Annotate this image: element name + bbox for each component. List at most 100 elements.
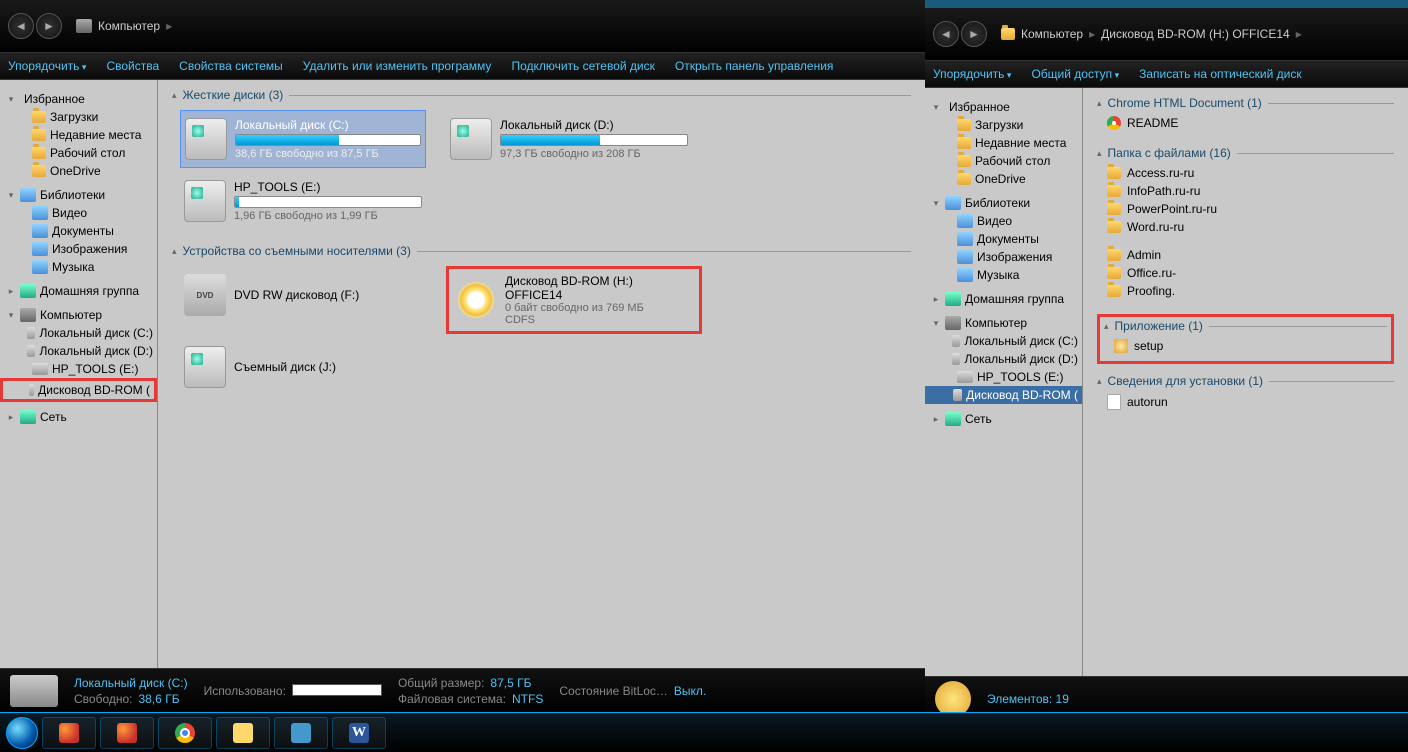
- back-button[interactable]: ◄: [8, 13, 34, 39]
- taskbar-firefox[interactable]: [42, 717, 96, 749]
- drive-item[interactable]: Локальный диск (C:)38,6 ГБ свободно из 8…: [180, 110, 426, 168]
- forward-button[interactable]: ►: [961, 21, 987, 47]
- sidebar-item[interactable]: Музыка: [0, 258, 157, 276]
- sidebar-item[interactable]: Видео: [0, 204, 157, 222]
- sidebar-item[interactable]: Дисковод BD-ROM (: [925, 386, 1082, 404]
- explorer-window-bdrom: ◄ ► Компьютер▸ Дисковод BD-ROM (H:) OFFI…: [925, 8, 1408, 720]
- sidebar-item[interactable]: Локальный диск (D:): [0, 342, 157, 360]
- taskbar-firefox-2[interactable]: [100, 717, 154, 749]
- sidebar-item[interactable]: Недавние места: [0, 126, 157, 144]
- group-header-hdd[interactable]: ▴Жесткие диски (3): [172, 88, 911, 102]
- sidebar-item[interactable]: ▾Избранное: [0, 90, 157, 108]
- drive-item[interactable]: Локальный диск (D:)97,3 ГБ свободно из 2…: [446, 110, 692, 168]
- folder-icon small-icon: [957, 155, 971, 167]
- drive-item[interactable]: DVDDVD RW дисковод (F:): [180, 266, 426, 324]
- group-header[interactable]: ▴Chrome HTML Document (1): [1097, 96, 1394, 110]
- start-button[interactable]: [6, 717, 38, 749]
- file-item[interactable]: README: [1107, 114, 1317, 132]
- sidebar-item[interactable]: Документы: [0, 222, 157, 240]
- taskbar-explorer[interactable]: [216, 717, 270, 749]
- breadcrumb[interactable]: Компьютер▸ Дисковод BD-ROM (H:) OFFICE14…: [1001, 27, 1302, 41]
- sidebar-item[interactable]: Музыка: [925, 266, 1082, 284]
- toolbar-item[interactable]: Общий доступ: [1031, 67, 1119, 81]
- group-header-removable[interactable]: ▴Устройства со съемными носителями (3): [172, 244, 911, 258]
- file-item[interactable]: Proofing.: [1107, 282, 1317, 300]
- sidebar-item[interactable]: ▾Библиотеки: [925, 194, 1082, 212]
- comp-ic-icon: [20, 308, 36, 322]
- lib-ic-icon: [32, 224, 48, 238]
- file-item[interactable]: setup: [1114, 337, 1324, 355]
- drv-ic-icon: [27, 327, 35, 339]
- toolbar-item[interactable]: Открыть панель управления: [675, 59, 834, 73]
- sidebar-item[interactable]: ▾Компьютер: [925, 314, 1082, 332]
- net-ic-icon: [20, 410, 36, 424]
- toolbar-item[interactable]: Свойства системы: [179, 59, 283, 73]
- file-item[interactable]: Word.ru-ru: [1107, 218, 1317, 236]
- sidebar-item[interactable]: Локальный диск (D:): [925, 350, 1082, 368]
- sidebar-item[interactable]: Изображения: [0, 240, 157, 258]
- net-ic-icon: [945, 412, 961, 426]
- toolbar-item[interactable]: Удалить или изменить программу: [303, 59, 492, 73]
- sidebar-item[interactable]: Видео: [925, 212, 1082, 230]
- file-item[interactable]: Office.ru-: [1107, 264, 1317, 282]
- chrome-icon: [175, 723, 195, 743]
- sidebar-item[interactable]: Загрузки: [0, 108, 157, 126]
- sidebar-item[interactable]: ▸Домашняя группа: [0, 282, 157, 300]
- sidebar-item[interactable]: Загрузки: [925, 116, 1082, 134]
- group-header[interactable]: ▴Папка с файлами (16): [1097, 146, 1394, 160]
- lib-ic-icon: [32, 260, 48, 274]
- sidebar-item[interactable]: HP_TOOLS (E:): [925, 368, 1082, 386]
- sidebar-item[interactable]: Рабочий стол: [0, 144, 157, 162]
- computer-icon: [76, 19, 92, 33]
- file-item[interactable]: Access.ru-ru: [1107, 164, 1317, 182]
- sidebar-item[interactable]: OneDrive: [0, 162, 157, 180]
- file-item[interactable]: InfoPath.ru-ru: [1107, 182, 1317, 200]
- sidebar-item[interactable]: ▾Компьютер: [0, 306, 157, 324]
- hdd-icon: [185, 118, 227, 160]
- sidebar-item[interactable]: ▾Библиотеки: [0, 186, 157, 204]
- sidebar-item[interactable]: ▸Сеть: [0, 408, 157, 426]
- sidebar-item[interactable]: Дисковод BD-ROM (: [3, 381, 154, 399]
- toolbar-item[interactable]: Упорядочить: [8, 59, 86, 73]
- group-header[interactable]: ▴Сведения для установки (1): [1097, 374, 1394, 388]
- breadcrumb[interactable]: Компьютер ▸: [76, 19, 172, 33]
- drive-item[interactable]: Съемный диск (J:): [180, 338, 426, 396]
- taskbar-app[interactable]: [274, 717, 328, 749]
- lib-ic-icon: [32, 206, 48, 220]
- sidebar-item[interactable]: Локальный диск (C:): [0, 324, 157, 342]
- drive-item[interactable]: Дисковод BD-ROM (H:) OFFICE140 байт своб…: [451, 271, 697, 329]
- sidebar-item[interactable]: OneDrive: [925, 170, 1082, 188]
- sidebar-item[interactable]: Документы: [925, 230, 1082, 248]
- toolbar: Упорядочить Общий доступ Записать на оптич…: [925, 60, 1408, 88]
- toolbar-item[interactable]: Свойства: [106, 59, 159, 73]
- forward-button[interactable]: ►: [36, 13, 62, 39]
- drive-item[interactable]: HP_TOOLS (E:)1,96 ГБ свободно из 1,99 ГБ: [180, 172, 426, 230]
- sidebar-item[interactable]: Рабочий стол: [925, 152, 1082, 170]
- titlebar: ◄ ► Компьютер ▸: [0, 0, 925, 52]
- lib-ic-icon: [945, 196, 961, 210]
- breadcrumb-item[interactable]: Компьютер: [98, 19, 160, 33]
- folder-icon small-icon: [957, 119, 971, 131]
- toolbar-item[interactable]: Записать на оптический диск: [1139, 67, 1302, 81]
- file-item[interactable]: Admin: [1107, 246, 1317, 264]
- toolbar-item[interactable]: Подключить сетевой диск: [511, 59, 654, 73]
- sidebar-item[interactable]: ▸Сеть: [925, 410, 1082, 428]
- lib-ic-icon: [20, 188, 36, 202]
- file-icon: [1107, 394, 1121, 410]
- sidebar-item[interactable]: HP_TOOLS (E:): [0, 360, 157, 378]
- back-button[interactable]: ◄: [933, 21, 959, 47]
- sidebar-item[interactable]: ▸Домашняя группа: [925, 290, 1082, 308]
- sidebar-item[interactable]: Изображения: [925, 248, 1082, 266]
- sidebar-item[interactable]: Локальный диск (C:): [925, 332, 1082, 350]
- taskbar-chrome[interactable]: [158, 717, 212, 749]
- folder-icon: [1001, 28, 1015, 40]
- taskbar-word[interactable]: W: [332, 717, 386, 749]
- toolbar-item[interactable]: Упорядочить: [933, 67, 1011, 81]
- group-header[interactable]: ▴Приложение (1): [1104, 319, 1387, 333]
- drv-ic-icon: [957, 371, 973, 383]
- file-item[interactable]: autorun: [1107, 392, 1317, 412]
- sidebar-item[interactable]: ▾Избранное: [925, 98, 1082, 116]
- file-item[interactable]: PowerPoint.ru-ru: [1107, 200, 1317, 218]
- sidebar-item[interactable]: Недавние места: [925, 134, 1082, 152]
- status-name: Локальный диск (C:): [74, 676, 188, 690]
